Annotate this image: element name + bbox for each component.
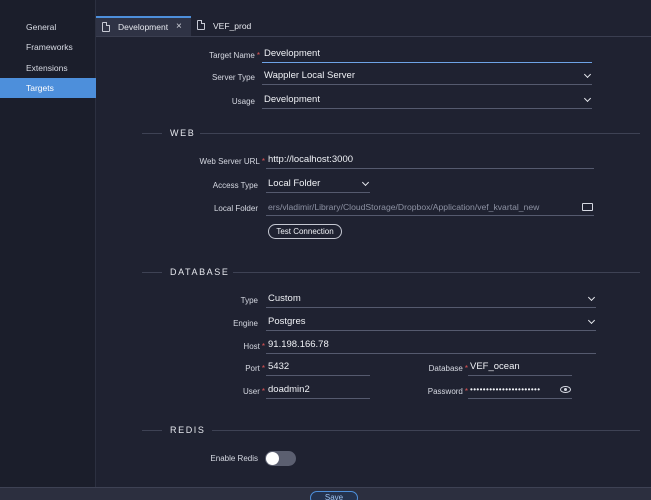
save-button[interactable]: Save — [310, 491, 358, 500]
host-input[interactable]: 91.198.166.78 — [266, 338, 596, 354]
port-label: Port * — [245, 364, 265, 373]
database-label: Database * — [428, 364, 468, 373]
toggle-knob — [266, 452, 279, 465]
target-name-label: Target Name * — [209, 51, 260, 60]
sidebar-item-targets[interactable]: Targets — [0, 78, 96, 98]
section-line — [142, 272, 162, 273]
password-label: Password * — [427, 387, 468, 396]
tab-vef-prod[interactable]: VEF_prod — [191, 16, 301, 36]
sidebar-item-frameworks[interactable]: Frameworks — [0, 37, 96, 57]
usage-label: Usage — [231, 97, 255, 106]
db-type-label: Type — [240, 296, 258, 305]
access-type-select[interactable]: Local Folder — [266, 177, 370, 193]
server-type-label: Server Type — [212, 73, 255, 82]
database-section-title: DATABASE — [170, 267, 230, 277]
web-section-title: WEB — [170, 128, 196, 138]
file-icon — [102, 22, 110, 32]
tab-development[interactable]: Development × — [96, 16, 191, 36]
web-url-label: Web Server URL * — [199, 157, 265, 166]
tab-label: Development — [118, 22, 169, 32]
enable-redis-toggle[interactable] — [265, 451, 296, 466]
chevron-down-icon — [587, 316, 596, 325]
user-label: User * — [242, 387, 265, 396]
local-folder-label: Local Folder — [213, 204, 258, 213]
local-folder-input[interactable]: ers/vladimir/Library/CloudStorage/Dropbo… — [266, 200, 594, 216]
footer-bar: Save — [0, 487, 651, 500]
password-input[interactable]: •••••••••••••••••••••• — [468, 383, 572, 399]
enable-redis-label: Enable Redis — [210, 454, 258, 463]
close-icon[interactable]: × — [176, 18, 182, 36]
engine-label: Engine — [233, 319, 258, 328]
sidebar-item-extensions[interactable]: Extensions — [0, 58, 96, 78]
sidebar-item-general[interactable]: General — [0, 17, 96, 37]
web-url-input[interactable]: http://localhost:3000 — [266, 153, 594, 169]
chevron-down-icon — [583, 94, 592, 103]
tab-divider — [96, 36, 651, 37]
folder-icon[interactable] — [582, 203, 593, 211]
eye-icon[interactable] — [560, 386, 571, 393]
section-line — [142, 430, 162, 431]
tab-label: VEF_prod — [213, 21, 252, 31]
host-label: Host * — [243, 342, 265, 351]
target-name-input[interactable]: Development — [262, 47, 592, 63]
section-line — [142, 133, 162, 134]
section-line — [212, 430, 640, 431]
access-type-label: Access Type — [212, 181, 258, 190]
test-connection-button[interactable]: Test Connection — [268, 224, 342, 239]
port-input[interactable]: 5432 — [266, 360, 370, 376]
section-line — [233, 272, 640, 273]
file-icon — [197, 20, 205, 30]
usage-select[interactable]: Development — [262, 93, 592, 109]
chevron-down-icon — [583, 70, 592, 79]
db-type-select[interactable]: Custom — [266, 292, 596, 308]
redis-section-title: REDIS — [170, 425, 206, 435]
user-input[interactable]: doadmin2 — [266, 383, 370, 399]
tab-bar: Development × VEF_prod — [96, 0, 651, 36]
chevron-down-icon — [361, 178, 370, 187]
section-line — [200, 133, 640, 134]
server-type-select[interactable]: Wappler Local Server — [262, 69, 592, 85]
engine-select[interactable]: Postgres — [266, 315, 596, 331]
chevron-down-icon — [587, 293, 596, 302]
sidebar: General Frameworks Extensions Targets — [0, 0, 96, 487]
database-input[interactable]: VEF_ocean — [468, 360, 572, 376]
